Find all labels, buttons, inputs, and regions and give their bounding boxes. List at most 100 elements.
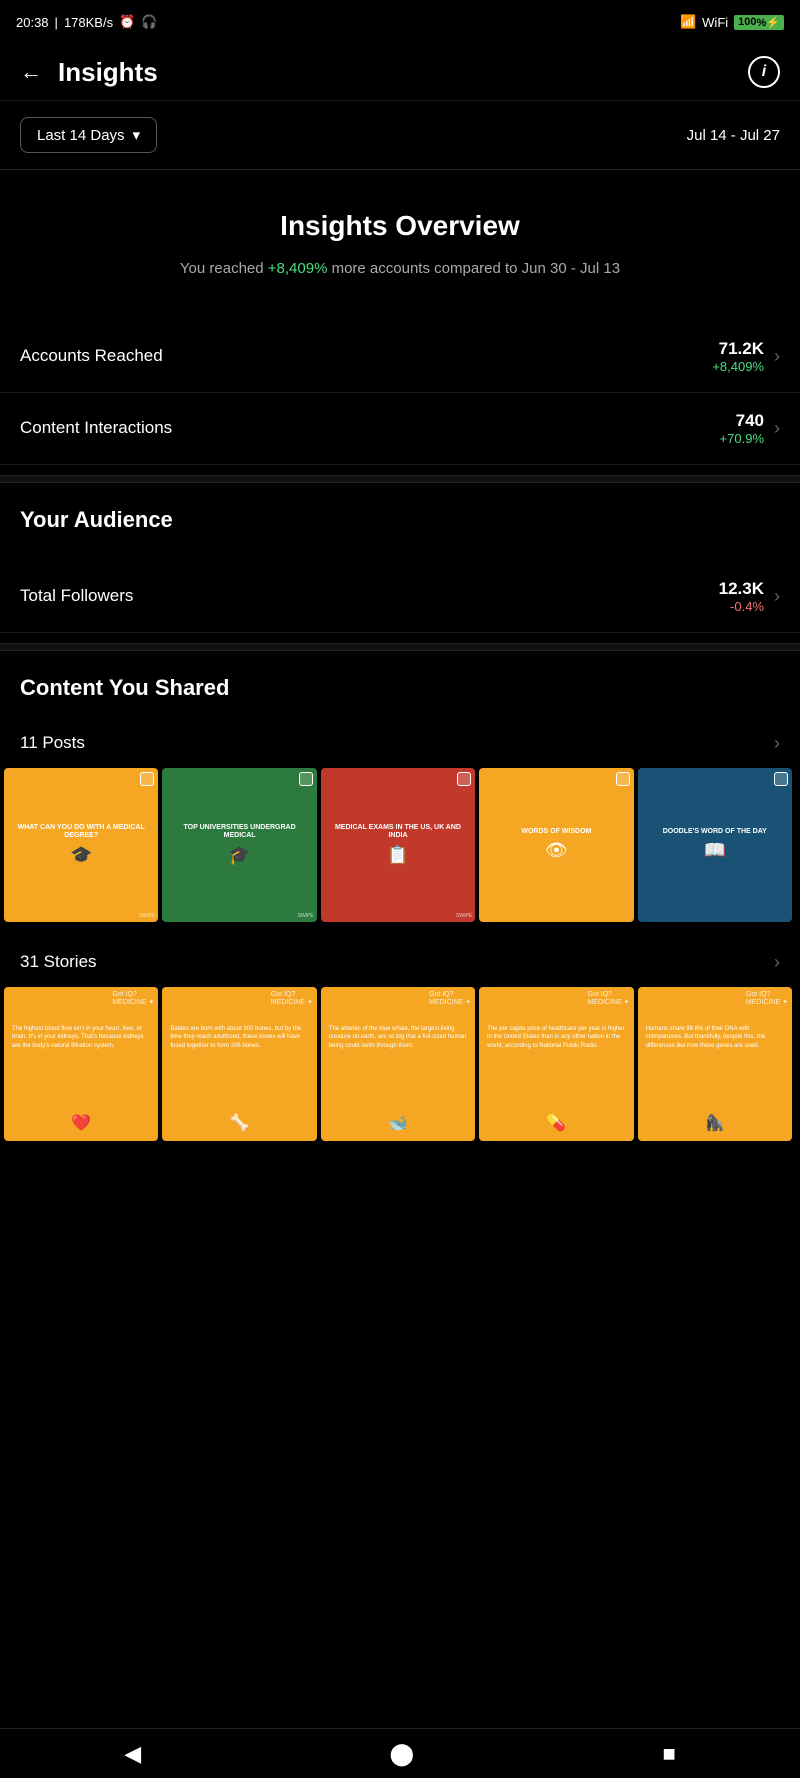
nav-back-button[interactable]: ◀ xyxy=(124,1741,141,1767)
stories-chevron-icon: › xyxy=(774,952,780,973)
story-4-text: The per capita price of healthcare per y… xyxy=(487,1025,625,1050)
story-thumb-1[interactable]: Got IQ?MEDICINE ✦ The highest blood flow… xyxy=(4,987,158,1141)
total-followers-number: 12.3K xyxy=(719,579,764,599)
battery-icon: 100%⚡ xyxy=(734,15,784,30)
post-3-icon: 📋 xyxy=(387,845,409,866)
period-filter-button[interactable]: Last 14 Days ▾ xyxy=(20,117,157,153)
checkbox-overlay-1 xyxy=(140,772,154,786)
insights-overview-section: Insights Overview You reached +8,409% mo… xyxy=(0,170,800,311)
total-followers-row[interactable]: Total Followers 12.3K -0.4% › xyxy=(0,561,800,633)
status-left: 20:38 | 178KB/s ⏰ 🎧 xyxy=(16,14,157,30)
status-speed: 178KB/s xyxy=(64,15,113,30)
post-5-icon: 📖 xyxy=(704,840,726,861)
total-followers-values: 12.3K -0.4% xyxy=(719,579,764,614)
post-thumb-4[interactable]: WORDS OF WISDOM 👁 xyxy=(479,768,633,922)
audience-stats: Total Followers 12.3K -0.4% › xyxy=(0,551,800,643)
chevron-right-icon-3: › xyxy=(774,586,780,607)
post-3-title: MEDICAL EXAMS IN THE US, UK AND INDIA xyxy=(327,824,469,841)
accounts-reached-right: 71.2K +8,409% › xyxy=(712,339,780,374)
post-2-title: TOP UNIVERSITIES UNDERGRAD MEDICAL xyxy=(168,824,310,841)
nav-home-button[interactable]: ⬤ xyxy=(389,1741,414,1767)
content-interactions-number: 740 xyxy=(720,411,764,431)
total-followers-change: -0.4% xyxy=(719,599,764,614)
story-3-text: The arteries of the blue whale, the larg… xyxy=(329,1025,467,1050)
story-4-logo: Got IQ?MEDICINE ✦ xyxy=(588,991,630,1006)
nav-bar: ◀ ⬤ ■ xyxy=(0,1728,800,1778)
section-separator-1 xyxy=(0,475,800,483)
status-bar: 20:38 | 178KB/s ⏰ 🎧 📶 WiFi 100%⚡ xyxy=(0,0,800,44)
posts-count-label: 11 Posts xyxy=(20,733,85,753)
post-1-icon: 🎓 xyxy=(70,845,92,866)
post-thumb-5[interactable]: DOODLE'S WORD OF THE DAY 📖 xyxy=(638,768,792,922)
section-separator-2 xyxy=(0,643,800,651)
checkbox-overlay-2 xyxy=(299,772,313,786)
post-4-title: WORDS OF WISDOM xyxy=(521,828,591,836)
post-4-icon: 👁 xyxy=(545,840,568,861)
stats-list: Accounts Reached 71.2K +8,409% › Content… xyxy=(0,311,800,475)
story-3-logo: Got IQ?MEDICINE ✦ xyxy=(429,991,471,1006)
subtitle-suffix: more accounts compared to Jun 30 - Jul 1… xyxy=(327,260,620,277)
period-label: Last 14 Days xyxy=(37,127,125,144)
stories-count-label: 31 Stories xyxy=(20,952,97,972)
accounts-reached-row[interactable]: Accounts Reached 71.2K +8,409% › xyxy=(0,321,800,393)
chevron-right-icon-2: › xyxy=(774,418,780,439)
total-followers-label: Total Followers xyxy=(20,586,133,606)
back-button[interactable]: ← xyxy=(20,59,42,85)
story-thumb-4[interactable]: Got IQ?MEDICINE ✦ The per capita price o… xyxy=(479,987,633,1141)
content-interactions-values: 740 +70.9% xyxy=(720,411,764,446)
post-2-icon: 🎓 xyxy=(228,845,250,866)
post-1-title: WHAT CAN YOU DO WITH A MEDICAL DEGREE? xyxy=(10,824,152,841)
posts-row-header[interactable]: 11 Posts › xyxy=(0,719,800,768)
story-thumb-5[interactable]: Got IQ?MEDICINE ✦ Humans share 98.8% of … xyxy=(638,987,792,1141)
content-shared-section: Content You Shared xyxy=(0,651,800,719)
post-5-title: DOODLE'S WORD OF THE DAY xyxy=(663,828,767,836)
total-followers-right: 12.3K -0.4% › xyxy=(719,579,780,614)
post-thumb-2[interactable]: TOP UNIVERSITIES UNDERGRAD MEDICAL 🎓 SWI… xyxy=(162,768,316,922)
page-title: Insights xyxy=(58,57,158,88)
bottom-spacer xyxy=(0,1157,800,1217)
story-3-icon: 🐋 xyxy=(388,1113,408,1133)
stories-row-header[interactable]: 31 Stories › xyxy=(0,938,800,987)
chevron-right-icon: › xyxy=(774,346,780,367)
subtitle-prefix: You reached xyxy=(180,260,268,277)
story-1-logo: Got IQ?MEDICINE ✦ xyxy=(112,991,154,1006)
content-interactions-label: Content Interactions xyxy=(20,418,172,438)
signal-icon: 📶 xyxy=(680,14,696,30)
overview-title: Insights Overview xyxy=(20,210,780,242)
story-thumb-3[interactable]: Got IQ?MEDICINE ✦ The arteries of the bl… xyxy=(321,987,475,1141)
audience-section: Your Audience xyxy=(0,483,800,551)
content-interactions-row[interactable]: Content Interactions 740 +70.9% › xyxy=(0,393,800,465)
header-left: ← Insights xyxy=(20,57,158,88)
content-shared-title: Content You Shared xyxy=(20,675,780,701)
accounts-reached-number: 71.2K xyxy=(712,339,764,359)
chevron-down-icon: ▾ xyxy=(133,126,141,144)
post-3-swipe: SWIPE xyxy=(456,913,472,919)
post-2-swipe: SWIPE xyxy=(298,913,314,919)
story-2-text: Babies are born with about 300 bones, bu… xyxy=(170,1025,308,1050)
alarm-icon: ⏰ xyxy=(119,14,135,30)
checkbox-overlay-4 xyxy=(616,772,630,786)
info-button[interactable]: i xyxy=(748,56,780,88)
posts-image-grid: WHAT CAN YOU DO WITH A MEDICAL DEGREE? 🎓… xyxy=(0,768,800,938)
audience-title: Your Audience xyxy=(20,507,780,533)
story-thumb-2[interactable]: Got IQ?MEDICINE ✦ Babies are born with a… xyxy=(162,987,316,1141)
content-interactions-right: 740 +70.9% › xyxy=(720,411,780,446)
story-2-logo: Got IQ?MEDICINE ✦ xyxy=(271,991,313,1006)
story-5-icon: 🦍 xyxy=(705,1113,725,1133)
nav-recents-button[interactable]: ■ xyxy=(662,1741,675,1767)
status-time: 20:38 xyxy=(16,15,49,30)
headphone-icon: 🎧 xyxy=(141,14,157,30)
wifi-icon: WiFi xyxy=(702,15,728,30)
story-5-text: Humans share 98.8% of their DNA with chi… xyxy=(646,1025,784,1050)
overview-subtitle: You reached +8,409% more accounts compar… xyxy=(20,258,780,281)
checkbox-overlay-5 xyxy=(774,772,788,786)
header: ← Insights i xyxy=(0,44,800,101)
accounts-reached-change: +8,409% xyxy=(712,359,764,374)
checkbox-overlay-3 xyxy=(457,772,471,786)
story-2-icon: 🦴 xyxy=(230,1113,250,1133)
story-5-logo: Got IQ?MEDICINE ✦ xyxy=(746,991,788,1006)
post-thumb-3[interactable]: MEDICAL EXAMS IN THE US, UK AND INDIA 📋 … xyxy=(321,768,475,922)
post-1-swipe: SWIPE xyxy=(139,913,155,919)
post-thumb-1[interactable]: WHAT CAN YOU DO WITH A MEDICAL DEGREE? 🎓… xyxy=(4,768,158,922)
status-network: | xyxy=(55,15,58,30)
